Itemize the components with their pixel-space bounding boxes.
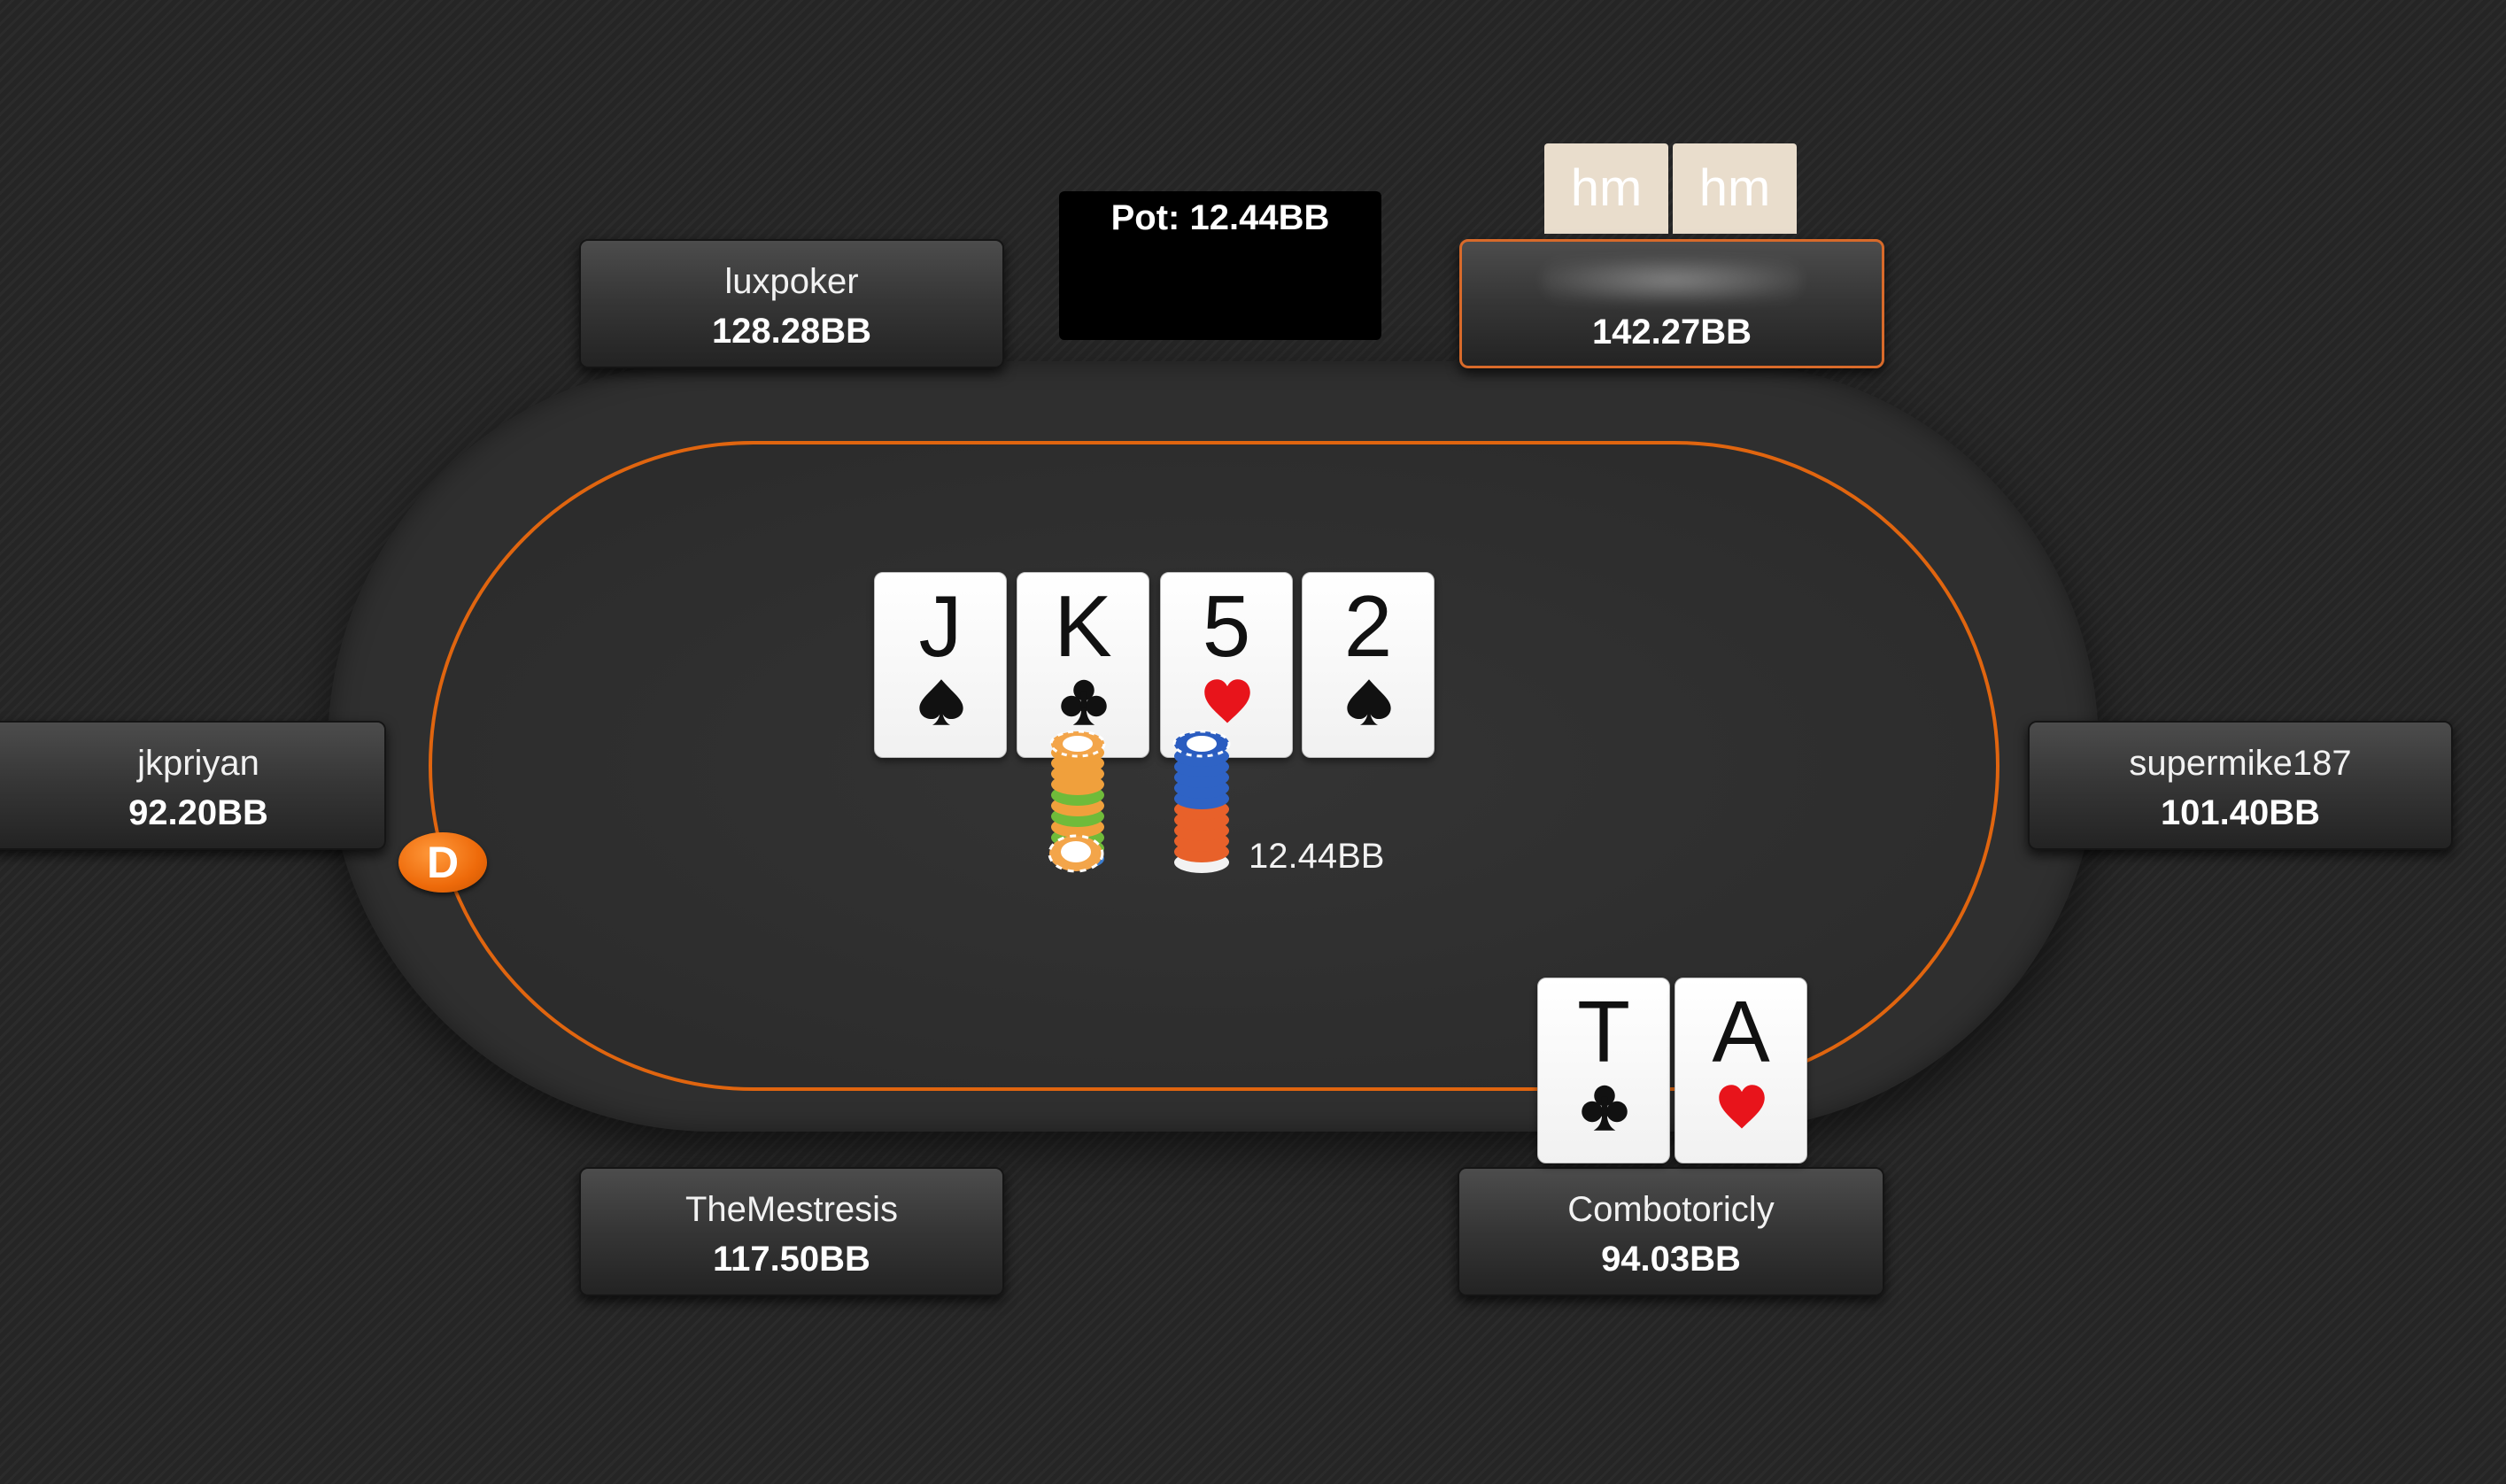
- hero-card-1: T: [1537, 978, 1670, 1163]
- club-icon: [1582, 1085, 1628, 1131]
- card-rank: 5: [1202, 577, 1251, 675]
- player-stack: 117.50BB: [713, 1240, 870, 1279]
- dealer-button: D: [398, 832, 487, 893]
- seat-supermike187[interactable]: supermike187 101.40BB: [2028, 721, 2453, 850]
- chip-stack-icon: [1172, 730, 1231, 873]
- seat-luxpoker[interactable]: luxpoker 128.28BB: [579, 239, 1004, 368]
- player-name: luxpoker: [724, 262, 859, 301]
- player-stack: 128.28BB: [711, 312, 872, 351]
- obscured-player-name: [1542, 258, 1802, 304]
- poker-table-screen: Pot: 12.44BB hm hm luxpoker 128.28BB 142…: [0, 0, 2506, 1484]
- pot-label: Pot: 12.44BB: [1110, 198, 1330, 237]
- card-rank: J: [918, 577, 963, 675]
- seat-jkpriyan[interactable]: jkpriyan 92.20BB: [0, 721, 386, 850]
- player-stack: 142.27BB: [1591, 313, 1752, 352]
- bet-amount: 12.44BB: [1249, 837, 1385, 876]
- card-rank: 2: [1343, 577, 1393, 675]
- spade-icon: [919, 679, 963, 725]
- board-card-4: 2: [1302, 572, 1435, 758]
- pot-display: Pot: 12.44BB: [1059, 191, 1381, 340]
- player-stack: 92.20BB: [128, 793, 268, 832]
- player-stack: 101.40BB: [2160, 793, 2321, 832]
- board-card-1: J: [874, 572, 1007, 758]
- spade-icon: [1347, 679, 1391, 725]
- hud-badge-hm-2[interactable]: hm: [1673, 143, 1797, 234]
- seat-top-right[interactable]: 142.27BB: [1459, 239, 1884, 368]
- heart-icon: [1719, 1085, 1765, 1129]
- player-name: jkpriyan: [137, 744, 259, 783]
- single-chip-icon: [1048, 834, 1104, 873]
- hud-badge-hm-1[interactable]: hm: [1544, 143, 1668, 234]
- card-rank: K: [1054, 577, 1112, 675]
- card-rank: A: [1712, 983, 1770, 1080]
- player-stack: 94.03BB: [1601, 1240, 1741, 1279]
- hero-card-2: A: [1675, 978, 1807, 1163]
- player-name: TheMestresis: [685, 1190, 899, 1229]
- player-name: Combotoricly: [1567, 1190, 1775, 1229]
- card-rank: T: [1577, 983, 1630, 1080]
- seat-themestresis[interactable]: TheMestresis 117.50BB: [579, 1167, 1004, 1296]
- player-name: supermike187: [2129, 744, 2352, 783]
- seat-combotoricly-hero[interactable]: Combotoricly 94.03BB: [1458, 1167, 1884, 1296]
